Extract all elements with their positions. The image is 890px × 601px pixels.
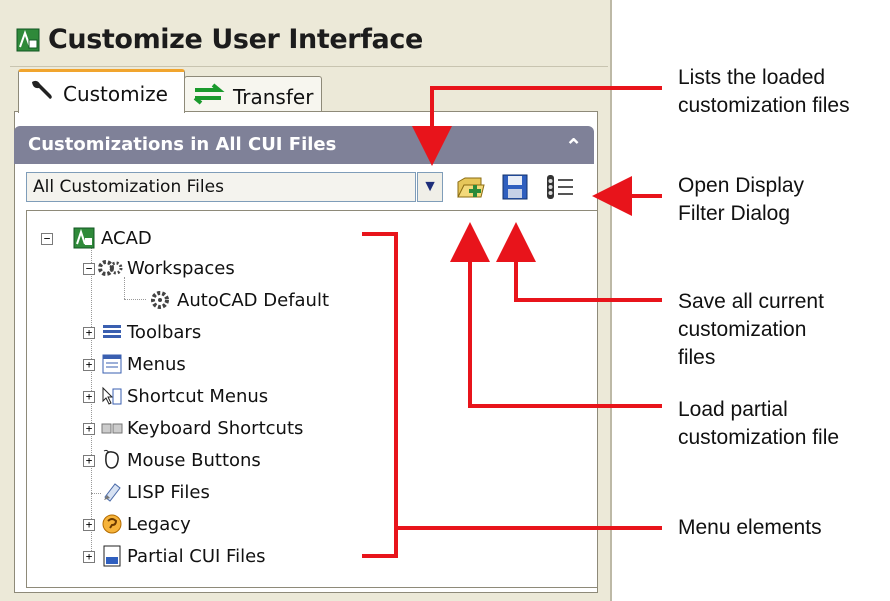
callout-line: Load partial [678,398,788,421]
callout-load-partial: Load partial customization file [678,396,839,452]
callout-line: Open Display [678,174,805,197]
callout-open-display: Open Display Filter Dialog [678,172,804,228]
wrench-icon [32,80,52,99]
callout-line: Filter Dialog [678,202,791,225]
callout-line: customization [678,318,807,341]
tab-customize[interactable]: Customize [18,69,185,113]
arrow-save-all [496,222,662,302]
bracket-menu-elements [362,232,398,558]
callout-line: Lists the loaded [678,66,826,89]
callout-menu-elements: Menu elements [678,514,822,542]
callout-lists-loaded: Lists the loaded customization files [678,64,850,120]
callout-save-all: Save all current customization files [678,288,824,372]
callout-line: files [678,346,716,369]
arrow-load-partial [450,222,662,408]
callout-line: customization files [678,94,850,117]
callout-line: Menu elements [678,516,822,539]
tab-customize-label: Customize [63,82,168,106]
callout-line: customization file [678,426,840,449]
arrow-lists-loaded [412,86,662,166]
callout-line: Save all current [678,290,824,313]
